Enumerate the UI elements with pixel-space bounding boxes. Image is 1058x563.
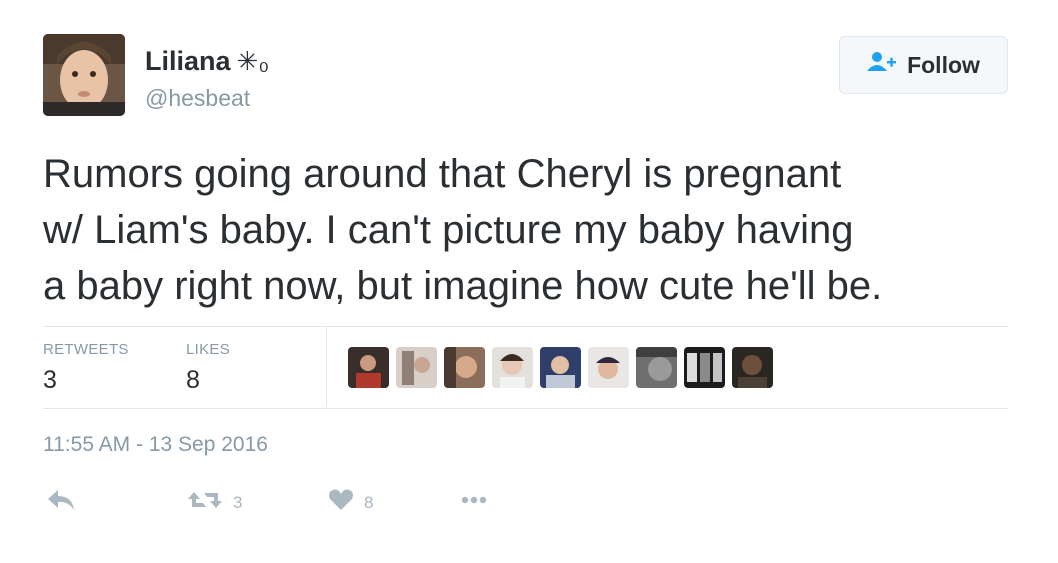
liker-avatar[interactable] (684, 347, 725, 388)
tweet-timestamp[interactable]: 11:55 AM - 13 Sep 2016 (43, 433, 268, 457)
retweets-count[interactable]: 3 (43, 366, 57, 395)
liker-avatar[interactable] (348, 347, 389, 388)
retweet-button[interactable]: 3 (187, 488, 242, 517)
like-count: 8 (364, 492, 374, 512)
liker-avatar[interactable] (492, 347, 533, 388)
retweet-count: 3 (233, 492, 243, 512)
tweet-line: w/ Liam's baby. I can't picture my baby … (43, 208, 854, 252)
tweet-text: Rumors going around that Cheryl is pregn… (43, 146, 1023, 314)
liker-avatar[interactable] (396, 347, 437, 388)
liker-avatar[interactable] (732, 347, 773, 388)
like-button[interactable]: 8 (328, 488, 373, 517)
liker-avatar[interactable] (444, 347, 485, 388)
likes-label[interactable]: LIKES (186, 341, 230, 358)
tweet-line: a baby right now, but imagine how cute h… (43, 264, 883, 308)
add-user-icon (867, 51, 897, 79)
display-name[interactable]: Liliana ✳₀ (145, 46, 269, 77)
tweet-line: Rumors going around that Cheryl is pregn… (43, 152, 842, 196)
profile-avatar[interactable] (43, 34, 125, 116)
user-handle[interactable]: @hesbeat (145, 85, 250, 112)
more-button[interactable] (460, 488, 490, 517)
follow-button-label: Follow (907, 51, 980, 78)
liker-avatar[interactable] (540, 347, 581, 388)
avatar-image (43, 34, 125, 116)
reply-icon (46, 488, 76, 517)
liker-avatar[interactable] (636, 347, 677, 388)
display-name-symbol: ✳₀ (236, 46, 270, 76)
follow-button[interactable]: Follow (839, 36, 1008, 94)
likes-count[interactable]: 8 (186, 366, 200, 395)
reply-button[interactable] (46, 488, 76, 517)
liked-by-avatars (348, 347, 773, 388)
divider (43, 326, 1008, 327)
more-icon (460, 488, 490, 517)
display-name-text: Liliana (145, 46, 231, 76)
retweets-label[interactable]: RETWEETS (43, 341, 129, 358)
divider (326, 327, 327, 407)
liker-avatar[interactable] (588, 347, 629, 388)
retweet-icon (187, 488, 223, 517)
divider (43, 408, 1008, 409)
heart-icon (328, 488, 354, 517)
